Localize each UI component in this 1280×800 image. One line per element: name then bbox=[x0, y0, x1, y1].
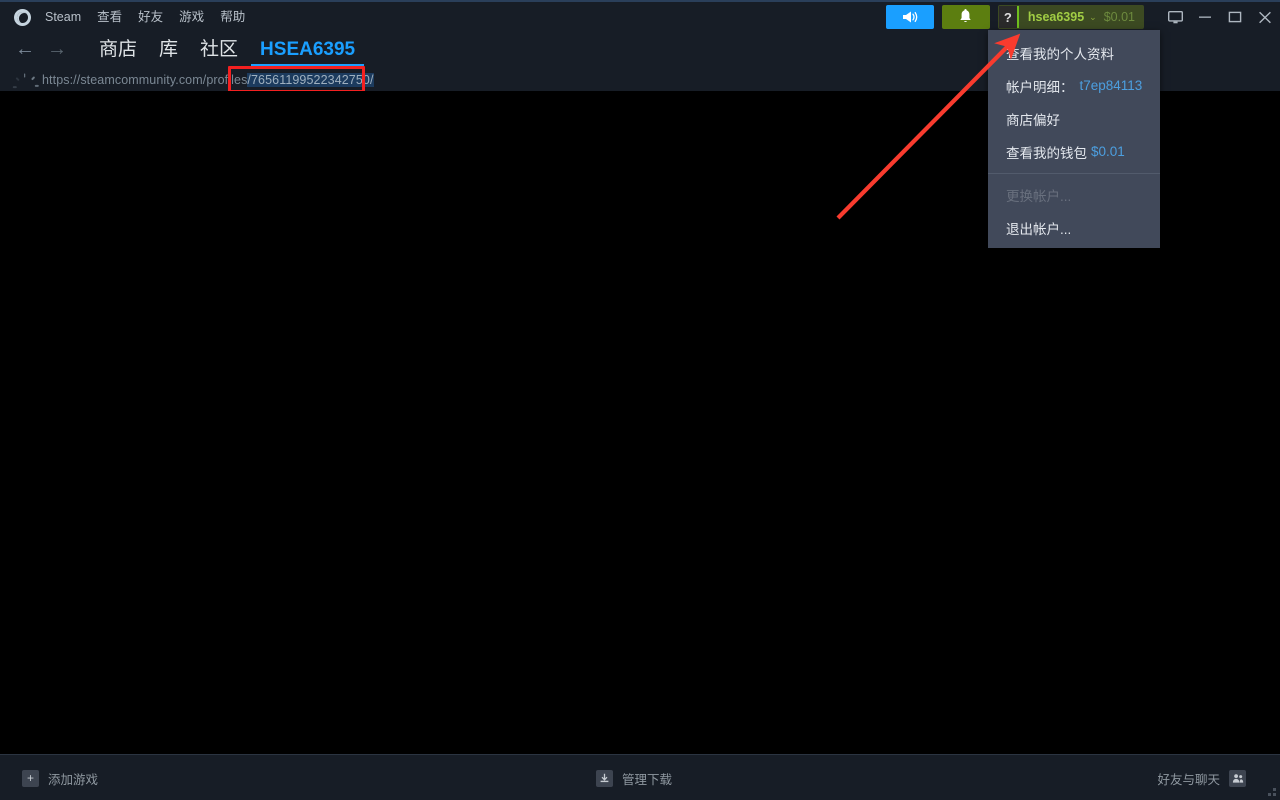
steam-logo-icon bbox=[14, 8, 31, 26]
friends-and-chat-label: 好友与聊天 bbox=[1157, 772, 1220, 787]
chevron-down-icon: ⌄ bbox=[1089, 11, 1097, 22]
add-game-button[interactable]: + 添加游戏 bbox=[22, 755, 98, 800]
menu-item-view[interactable]: 查看 bbox=[89, 2, 130, 32]
minimize-button[interactable] bbox=[1190, 2, 1220, 32]
menu-sign-out[interactable]: 退出帐户... bbox=[988, 211, 1160, 244]
friends-and-chat-button[interactable]: 好友与聊天 bbox=[1157, 755, 1246, 800]
account-menu-button[interactable]: ? hsea6395 ⌄ $0.01 bbox=[997, 5, 1144, 29]
footer-bar: + 添加游戏 管理下载 好友与聊天 bbox=[0, 754, 1280, 800]
back-button[interactable]: ← bbox=[12, 36, 38, 62]
close-icon bbox=[1259, 11, 1271, 23]
menu-item-games[interactable]: 游戏 bbox=[171, 2, 212, 32]
menu-account-details[interactable]: 帐户明细： t7ep84113 bbox=[988, 69, 1160, 102]
display-mode-button[interactable] bbox=[1160, 2, 1190, 32]
window-controls bbox=[1160, 2, 1280, 32]
menu-account-details-label: 帐户明细： bbox=[1006, 79, 1074, 95]
nav-tab-profile[interactable]: HSEA6395 bbox=[249, 35, 366, 67]
maximize-button[interactable] bbox=[1220, 2, 1250, 32]
plus-icon: + bbox=[22, 769, 39, 787]
menu-change-account[interactable]: 更换帐户... bbox=[988, 178, 1160, 211]
menu-item-help[interactable]: 帮助 bbox=[212, 2, 253, 32]
nav-tab-store[interactable]: 商店 bbox=[88, 35, 148, 65]
menu-bar: Steam 查看 好友 游戏 帮助 ? hsea6395 ⌄ $0.01 bbox=[0, 2, 1280, 32]
close-button[interactable] bbox=[1250, 2, 1280, 32]
address-bar-text[interactable]: https://steamcommunity.com/profiles/7656… bbox=[42, 72, 374, 87]
nav-tab-community[interactable]: 社区 bbox=[189, 35, 249, 65]
steam-client-window: Steam 查看 好友 游戏 帮助 ? hsea6395 ⌄ $0.01 ← →… bbox=[0, 0, 1280, 800]
account-dropdown-menu: 查看我的个人资料 帐户明细： t7ep84113 商店偏好 查看我的钱包 $0.… bbox=[988, 30, 1160, 248]
notifications-button[interactable] bbox=[941, 5, 990, 29]
minimize-icon bbox=[1199, 16, 1211, 18]
menu-view-my-profile-label: 查看我的个人资料 bbox=[1006, 46, 1114, 62]
bell-icon bbox=[960, 9, 972, 23]
maximize-icon bbox=[1228, 11, 1242, 23]
megaphone-icon bbox=[902, 11, 918, 23]
forward-button[interactable]: → bbox=[44, 36, 70, 62]
menu-account-details-value: t7ep84113 bbox=[1079, 78, 1143, 93]
menu-view-my-wallet-value: $0.01 bbox=[1091, 144, 1125, 159]
menu-store-preferences-label: 商店偏好 bbox=[1006, 112, 1060, 128]
manage-downloads-button[interactable]: 管理下载 bbox=[596, 755, 672, 800]
menu-store-preferences[interactable]: 商店偏好 bbox=[988, 102, 1160, 135]
menu-view-my-wallet-label: 查看我的钱包 bbox=[1006, 145, 1087, 161]
nav-tabs: 商店 库 社区 HSEA6395 bbox=[88, 32, 366, 67]
loading-spinner-icon bbox=[12, 73, 39, 99]
manage-downloads-label: 管理下载 bbox=[622, 772, 673, 787]
resize-grip[interactable] bbox=[1264, 784, 1276, 796]
menu-sign-out-label: 退出帐户... bbox=[1006, 221, 1072, 237]
account-name: hsea6395 bbox=[1027, 10, 1085, 24]
download-icon bbox=[596, 769, 613, 787]
address-selected-id: /76561199522342750/ bbox=[247, 72, 374, 87]
broadcast-button[interactable] bbox=[885, 5, 934, 29]
menu-bar-right: ? hsea6395 ⌄ $0.01 bbox=[885, 2, 1280, 32]
menu-separator bbox=[988, 173, 1160, 174]
menu-change-account-label: 更换帐户... bbox=[1006, 188, 1072, 204]
wallet-balance: $0.01 bbox=[1103, 10, 1135, 24]
menu-item-steam[interactable]: Steam bbox=[37, 2, 89, 32]
nav-tab-library[interactable]: 库 bbox=[148, 35, 189, 65]
menu-view-my-profile[interactable]: 查看我的个人资料 bbox=[988, 36, 1160, 69]
menu-view-my-wallet[interactable]: 查看我的钱包 $0.01 bbox=[988, 135, 1160, 168]
add-game-label: 添加游戏 bbox=[48, 772, 99, 787]
friends-icon bbox=[1229, 769, 1246, 787]
address-prefix: https://steamcommunity.com/profiles bbox=[42, 72, 248, 87]
menu-item-friends[interactable]: 好友 bbox=[130, 2, 171, 32]
avatar: ? bbox=[998, 6, 1019, 28]
monitor-icon bbox=[1167, 10, 1183, 23]
